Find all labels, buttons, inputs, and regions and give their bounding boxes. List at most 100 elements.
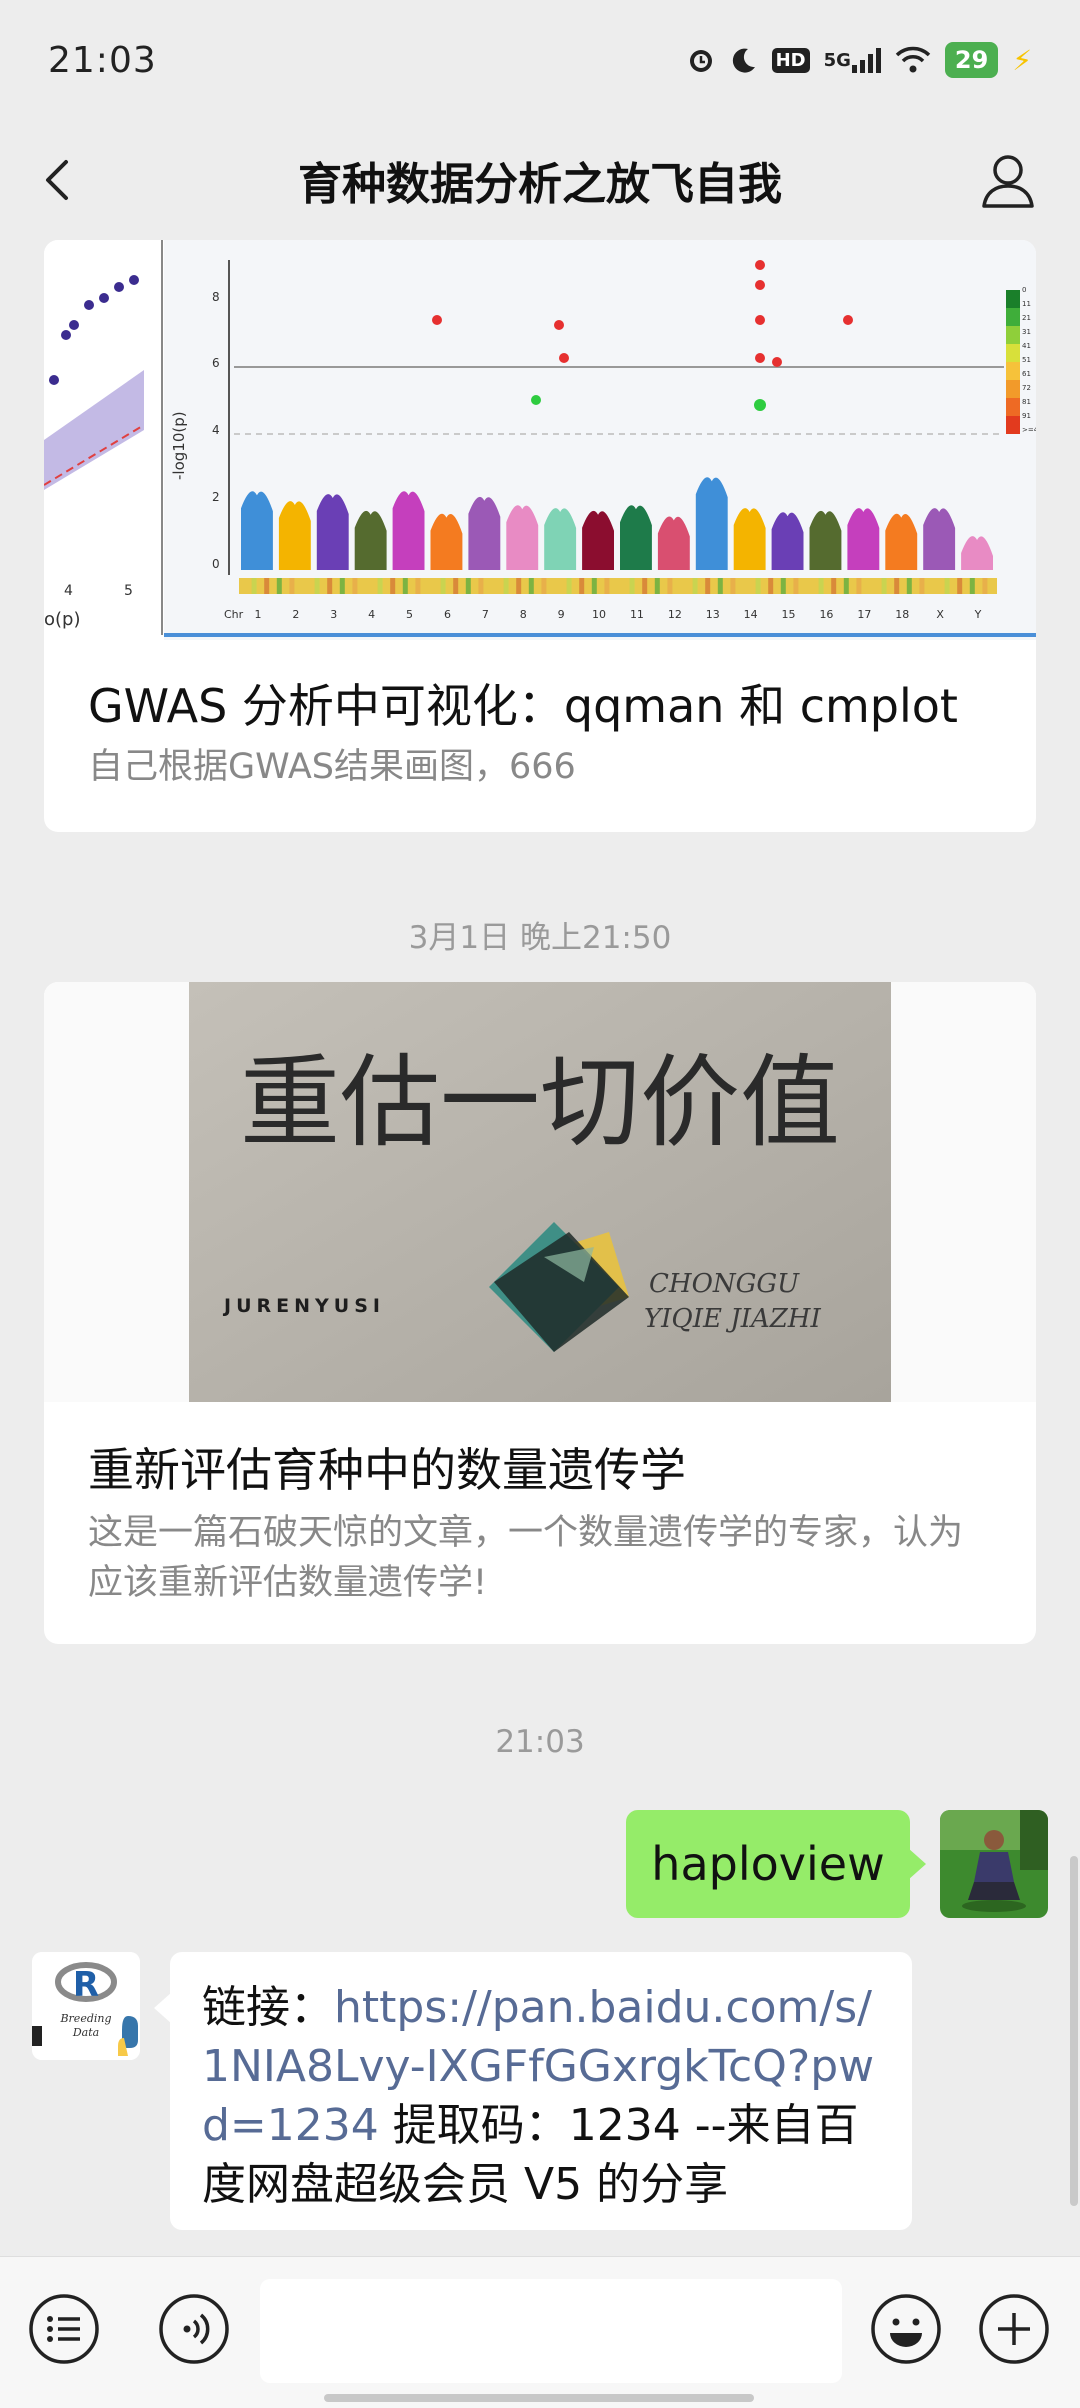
status-icons: HD 5G 29 ⚡: [686, 42, 1032, 78]
emoji-icon[interactable]: [870, 2293, 942, 2365]
article-card-gwas[interactable]: 4 5 o(p) -log10(p) 8 6 4 2 0 Chr 1 2 3 4…: [44, 240, 1036, 832]
chr-tick: 6: [444, 608, 451, 621]
chr-tick: 9: [558, 608, 565, 621]
manhattan-column: [468, 496, 501, 570]
manhattan-column: [923, 508, 956, 570]
battery-indicator: 29: [944, 42, 999, 78]
article-title: GWAS 分析中可视化：qqman 和 cmplot: [88, 679, 958, 733]
cover-main-text: 重估一切价值: [240, 1044, 840, 1161]
message-input[interactable]: [260, 2279, 842, 2383]
plus-icon[interactable]: [978, 2293, 1050, 2365]
ytick-6: 6: [212, 356, 220, 370]
chr-tick: 17: [857, 608, 871, 621]
hd-icon: HD: [771, 47, 810, 73]
chr-tick: Y: [974, 608, 982, 621]
voice-input-icon[interactable]: [158, 2293, 230, 2365]
ytick-8: 8: [212, 290, 220, 304]
manhattan-column: [278, 501, 311, 570]
manhattan-column: [544, 508, 577, 570]
legend-tick: 51: [1022, 356, 1031, 364]
status-bar: 21:03 HD 5G 29 ⚡: [0, 0, 1080, 120]
cover-right-text-1: CHONGGU: [649, 1269, 800, 1299]
legend-tick: 0: [1022, 286, 1026, 294]
scrollbar[interactable]: [1070, 1856, 1078, 2206]
manhattan-column: [771, 512, 804, 570]
avatar-logo-line1: Breeding: [59, 2012, 111, 2025]
chat-title: 育种数据分析之放飞自我: [298, 159, 782, 210]
wifi-icon: [895, 46, 931, 74]
legend-tick: 81: [1022, 398, 1031, 406]
user-profile-icon[interactable]: [976, 148, 1040, 212]
incoming-message[interactable]: 链接：https://pan.baidu.com/s/1NIA8Lvy-IXGF…: [154, 1952, 912, 2230]
manhattan-column: [657, 516, 690, 570]
status-time: 21:03: [48, 39, 157, 81]
chr-tick: 14: [744, 608, 758, 621]
avatar-logo-line2: Data: [72, 2026, 99, 2039]
manhattan-column: [392, 491, 425, 570]
back-icon[interactable]: [30, 150, 90, 210]
chr-tick: 18: [895, 608, 909, 621]
qq-tick-5: 5: [124, 583, 133, 599]
legend-tick: >=40: [1022, 426, 1036, 434]
legend-tick: 11: [1022, 300, 1031, 308]
chr-tick: 3: [330, 608, 337, 621]
legend-tick: 21: [1022, 314, 1031, 322]
article-card-quantitative[interactable]: 重估一切价值 JURENYUSI CHONGGU YIQIE JIAZHI 重新…: [44, 982, 1036, 1644]
ytick-0: 0: [212, 557, 220, 571]
manhattan-column: [695, 477, 728, 570]
cover-left-text: JURENYUSI: [222, 1295, 385, 1317]
legend-tick: 72: [1022, 384, 1031, 392]
article-description: 自己根据GWAS结果画图，666: [88, 747, 576, 787]
article-description: 这是一篇石破天惊的文章，一个数量遗传学的专家，认为应该重新评估数量遗传学!: [88, 1513, 964, 1603]
manhattan-column: [809, 510, 842, 570]
chr-label: Chr: [224, 608, 244, 621]
chr-tick: 5: [406, 608, 413, 621]
chr-tick: 15: [782, 608, 796, 621]
manhattan-column: [620, 505, 652, 570]
avatar-logo-letter: R: [73, 1965, 99, 2005]
cover-photo: 重估一切价值 JURENYUSI CHONGGU YIQIE JIAZHI: [189, 982, 891, 1402]
chr-tick: 2: [292, 608, 299, 621]
chr-tick: 16: [819, 608, 833, 621]
manhattan-column: [885, 513, 918, 570]
manhattan-column: [354, 510, 387, 570]
manhattan-column: [582, 510, 614, 570]
timestamp: 3月1日 晚上21:50: [408, 920, 672, 956]
legend-tick: 31: [1022, 328, 1031, 336]
chr-tick: 13: [706, 608, 720, 621]
qq-tick-4: 4: [64, 583, 73, 599]
my-avatar[interactable]: [940, 1810, 1048, 1918]
book-cover-image: 重估一切价值 JURENYUSI CHONGGU YIQIE JIAZHI: [44, 982, 1036, 1402]
plot-ylabel: -log10(p): [170, 411, 188, 480]
network-type: 5G: [823, 49, 851, 71]
link-prefix: 链接：: [202, 1982, 334, 2033]
signal-icon: 5G: [824, 47, 881, 73]
menu-list-icon[interactable]: [28, 2293, 100, 2365]
manhattan-plot-image: 4 5 o(p) -log10(p) 8 6 4 2 0 Chr 1 2 3 4…: [44, 240, 1036, 640]
input-bar: [0, 2256, 1080, 2408]
chr-tick: 10: [592, 608, 606, 621]
alarm-icon: [686, 45, 716, 75]
article-title: 重新评估育种中的数量遗传学: [88, 1443, 686, 1497]
qq-xlabel: o(p): [44, 609, 80, 630]
manhattan-column: [430, 513, 463, 570]
charging-icon: ⚡: [1012, 43, 1032, 77]
moon-icon: [730, 46, 758, 74]
chr-tick: 8: [520, 608, 527, 621]
ytick-4: 4: [212, 423, 220, 437]
manhattan-column: [316, 494, 349, 570]
nav-bar: 育种数据分析之放飞自我: [0, 120, 1080, 240]
sender-avatar[interactable]: R Breeding Data: [32, 1952, 140, 2060]
chr-tick: 4: [368, 608, 375, 621]
home-indicator: [324, 2394, 754, 2402]
legend-tick: 91: [1022, 412, 1031, 420]
chr-tick: 11: [630, 608, 644, 621]
chr-tick: 7: [482, 608, 489, 621]
legend-tick: 61: [1022, 370, 1031, 378]
outgoing-message[interactable]: haploview: [626, 1810, 926, 1918]
manhattan-column: [241, 491, 273, 570]
chr-tick: 1: [254, 608, 261, 621]
timestamp: 21:03: [495, 1724, 585, 1760]
cover-right-text-2: YIQIE JIAZHI: [644, 1304, 821, 1334]
chr-tick: X: [936, 608, 944, 621]
